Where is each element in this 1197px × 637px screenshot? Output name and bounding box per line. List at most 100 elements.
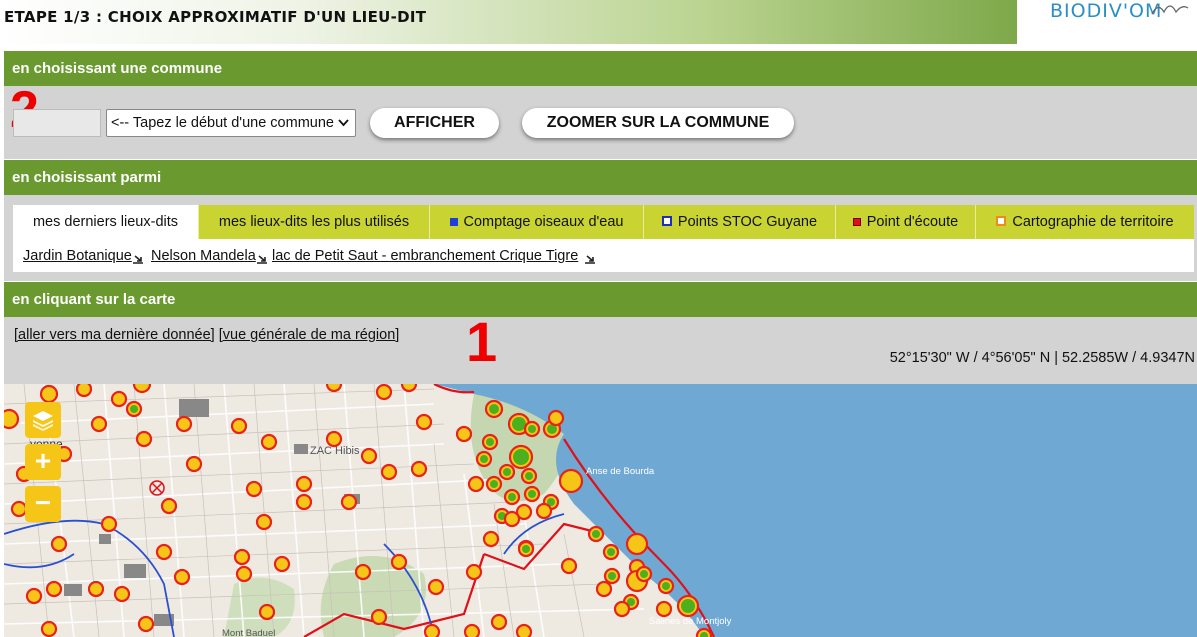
observation-marker bbox=[467, 475, 485, 493]
goto-arrow-icon[interactable] bbox=[133, 251, 143, 264]
commune-code-input[interactable] bbox=[13, 109, 101, 137]
observation-marker bbox=[560, 557, 578, 575]
observation-marker bbox=[75, 384, 93, 398]
observation-marker bbox=[100, 515, 118, 533]
map-label: Anse de Bourda bbox=[586, 466, 655, 477]
observation-marker bbox=[515, 623, 533, 637]
observation-marker bbox=[463, 623, 481, 637]
observation-marker bbox=[625, 532, 649, 556]
observation-marker-inner bbox=[513, 449, 529, 465]
map-vegetation bbox=[320, 556, 426, 637]
place-link-petit-saut[interactable]: lac de Petit Saut - embranchement Crique… bbox=[272, 248, 578, 264]
tab-label: Point d'écoute bbox=[866, 214, 959, 230]
observation-marker bbox=[175, 415, 193, 433]
observation-marker bbox=[427, 578, 445, 596]
observation-marker bbox=[137, 615, 155, 633]
observation-marker-inner bbox=[607, 548, 615, 556]
observation-marker bbox=[10, 500, 28, 518]
tab-label: Cartographie de territoire bbox=[1012, 214, 1174, 230]
observation-marker bbox=[50, 535, 68, 553]
observation-marker-inner bbox=[640, 570, 648, 578]
observation-marker bbox=[354, 563, 372, 581]
layers-icon[interactable] bbox=[25, 402, 61, 438]
observation-marker bbox=[595, 580, 613, 598]
tab-listening-point[interactable]: Point d'écoute bbox=[836, 205, 976, 239]
observation-marker-inner bbox=[525, 472, 533, 480]
biodivom-logo: BIODIV'OM bbox=[1050, 0, 1163, 22]
goto-arrow-icon[interactable] bbox=[585, 251, 595, 264]
observation-marker-inner bbox=[522, 545, 530, 553]
observation-marker bbox=[325, 384, 343, 393]
tab-waterbird-count[interactable]: Comptage oiseaux d'eau bbox=[430, 205, 644, 239]
orange-outline-square-icon bbox=[996, 216, 1007, 226]
goto-arrow-icon[interactable] bbox=[257, 251, 267, 264]
observation-marker bbox=[45, 580, 63, 598]
tab-label: Comptage oiseaux d'eau bbox=[463, 214, 624, 230]
observation-marker bbox=[258, 603, 276, 621]
observation-marker bbox=[87, 580, 105, 598]
observation-marker bbox=[295, 475, 313, 493]
observation-marker bbox=[340, 493, 358, 511]
observation-marker bbox=[90, 415, 108, 433]
tab-label: mes lieux-dits les plus utilisés bbox=[218, 214, 410, 230]
zoom-out-icon[interactable]: − bbox=[25, 486, 61, 522]
red-filled-square-icon bbox=[852, 218, 861, 226]
tab-stoc-points[interactable]: Points STOC Guyane bbox=[644, 205, 836, 239]
observation-marker bbox=[135, 430, 153, 448]
tab-most-used-places[interactable]: mes lieux-dits les plus utilisés bbox=[199, 205, 430, 239]
place-tabs: mes derniers lieux-dits mes lieux-dits l… bbox=[13, 205, 1194, 239]
zoom-in-icon[interactable]: + bbox=[25, 444, 61, 480]
commune-select-value: <-- Tapez le début d'une commune bbox=[111, 115, 334, 131]
observation-marker bbox=[380, 463, 398, 481]
section-header-carte: en cliquant sur la carte bbox=[4, 282, 1197, 317]
observation-marker bbox=[155, 543, 173, 561]
commune-select[interactable]: <-- Tapez le début d'une commune bbox=[106, 109, 356, 137]
observation-marker bbox=[390, 553, 408, 571]
observation-marker bbox=[245, 480, 263, 498]
observation-marker bbox=[185, 455, 203, 473]
map-label: Salines de Montjoly bbox=[649, 616, 732, 627]
observation-marker bbox=[4, 408, 20, 430]
observation-marker bbox=[415, 413, 433, 431]
tab-territory-mapping[interactable]: Cartographie de territoire bbox=[976, 205, 1194, 239]
observation-marker bbox=[230, 417, 248, 435]
observation-marker bbox=[255, 513, 273, 531]
observation-marker bbox=[233, 548, 251, 566]
observation-marker bbox=[423, 623, 441, 637]
observation-marker bbox=[360, 447, 378, 465]
observation-marker bbox=[482, 530, 500, 548]
cursor-coordinates: 52°15'30" W / 4°56'05" N | 52.2585W / 4.… bbox=[889, 350, 1195, 366]
chevron-down-icon bbox=[338, 110, 349, 146]
place-link-nelson-mandela[interactable]: Nelson Mandela bbox=[151, 248, 256, 264]
show-button[interactable]: AFFICHER bbox=[370, 108, 499, 138]
observation-marker bbox=[455, 425, 473, 443]
observation-marker bbox=[558, 468, 584, 494]
observation-marker bbox=[39, 384, 59, 404]
tab-label: Points STOC Guyane bbox=[677, 214, 818, 230]
map-view[interactable]: ZAC Hibis Anse de Bourda Mont Baduel Sal… bbox=[4, 384, 1197, 637]
place-link-jardin-botanique[interactable]: Jardin Botanique bbox=[23, 248, 132, 264]
observation-marker bbox=[503, 510, 521, 528]
last-data-link[interactable]: [aller vers ma dernière donnée] bbox=[14, 327, 215, 343]
observation-marker-inner bbox=[490, 480, 498, 488]
observation-marker bbox=[260, 433, 278, 451]
recent-places-list: Jardin Botanique Nelson Mandela lac de P… bbox=[13, 239, 1194, 272]
blue-filled-square-icon bbox=[449, 218, 458, 226]
observation-marker bbox=[295, 493, 313, 511]
observation-marker bbox=[655, 600, 673, 618]
observation-marker-inner bbox=[512, 417, 526, 431]
observation-marker-inner bbox=[508, 493, 516, 501]
map-canvas: ZAC Hibis Anse de Bourda Mont Baduel Sal… bbox=[4, 384, 1197, 637]
tab-label: mes derniers lieux-dits bbox=[32, 214, 179, 230]
tab-recent-places[interactable]: mes derniers lieux-dits bbox=[13, 205, 199, 239]
observation-marker-inner bbox=[503, 468, 511, 476]
observation-marker bbox=[490, 613, 508, 631]
step-number-1: 1 bbox=[466, 310, 498, 373]
region-overview-link[interactable]: [vue générale de ma région] bbox=[219, 327, 400, 343]
section-header-parmi: en choisissant parmi bbox=[4, 160, 1197, 195]
observation-marker bbox=[375, 384, 393, 401]
zoom-commune-button[interactable]: ZOOMER SUR LA COMMUNE bbox=[522, 108, 794, 138]
observation-marker bbox=[325, 430, 343, 448]
observation-marker bbox=[613, 600, 631, 618]
map-label: Mont Baduel bbox=[222, 628, 275, 637]
